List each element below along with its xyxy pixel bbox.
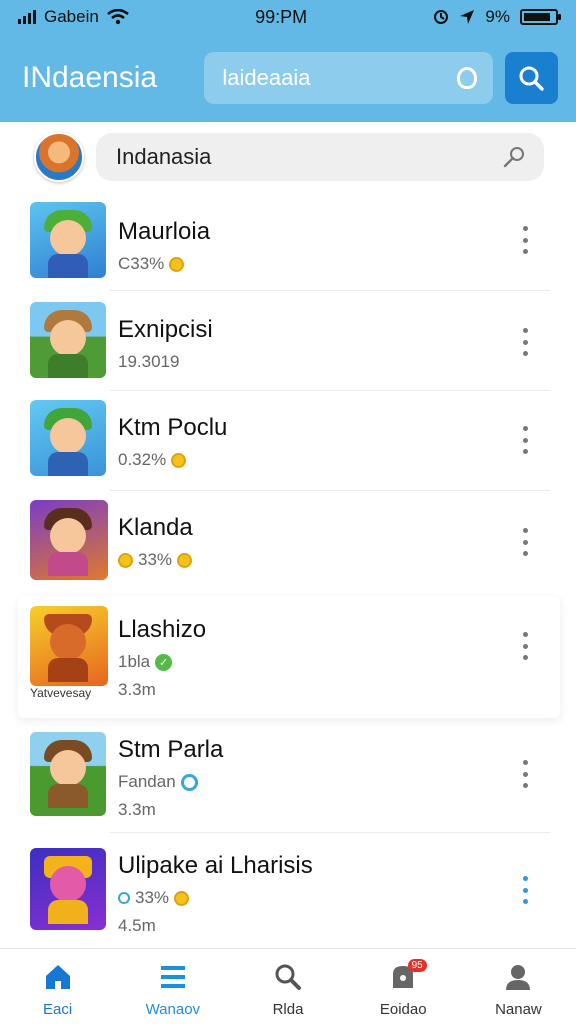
clock: 99:PM	[255, 6, 308, 27]
search-icon[interactable]	[502, 144, 528, 170]
more-options-icon[interactable]	[520, 426, 530, 454]
nav-label: Rlda	[272, 1001, 304, 1018]
game-thumbnail	[30, 400, 106, 476]
game-size: 3.3m	[118, 680, 156, 699]
more-options-icon[interactable]	[520, 328, 530, 356]
status-bar: Gabein 99:PM 9%	[0, 0, 576, 34]
search-icon	[275, 964, 301, 990]
list-item[interactable]: Stm Parla Fandan 3.3m	[18, 722, 560, 830]
nav-home[interactable]: Eaci	[0, 949, 115, 1024]
nav-label: Nanaw	[495, 1001, 542, 1018]
more-options-icon[interactable]	[520, 876, 530, 904]
blue-icon	[118, 892, 130, 904]
game-thumbnail	[30, 606, 108, 686]
nav-profile[interactable]: Nanaw	[461, 949, 576, 1024]
list-item[interactable]: Ulipake ai Lharisis 33% 4.5m	[18, 838, 560, 942]
nav-label: Eaci	[43, 1001, 73, 1018]
game-title: Stm Parla	[118, 736, 224, 763]
thumbnail-caption: Yatvevesay	[30, 686, 92, 700]
coin-icon	[171, 452, 187, 468]
game-thumbnail	[30, 848, 106, 930]
game-thumbnail	[30, 302, 106, 378]
list-item[interactable]: Ktm Poclu 0.32%	[18, 394, 560, 490]
game-stat: C33%	[118, 254, 165, 273]
game-size: 4.5m	[118, 916, 156, 935]
game-stat: 33%	[135, 888, 170, 907]
coin-icon	[177, 552, 193, 568]
more-options-icon[interactable]	[520, 632, 530, 660]
game-title: Exnipcisi	[118, 316, 213, 343]
game-title: Llashizo	[118, 616, 207, 643]
list-item[interactable]: Maurloia C33%	[18, 198, 560, 286]
game-title: Ktm Poclu	[118, 414, 228, 441]
list-item[interactable]: Exnipcisi 19.3019	[18, 294, 560, 386]
signal-icon	[18, 10, 36, 24]
header-search-input[interactable]	[222, 65, 443, 91]
game-stat: 19.3019	[118, 352, 180, 371]
nav-label: Eoidao	[379, 1001, 427, 1018]
nav-label: Wanaov	[145, 1001, 201, 1018]
coin-icon	[174, 890, 190, 906]
app-title: INdaensia	[22, 61, 158, 94]
bottom-navigation: Eaci Wanaov Rlda 95 Eoidao Nanaw	[0, 948, 576, 1024]
list-item-featured[interactable]: Yatvevesay Llashizo 1bla ✓ 3.3m	[18, 596, 560, 718]
app-header: INdaensia	[0, 34, 576, 122]
list-item[interactable]: Klanda 33%	[18, 494, 560, 590]
info-ring-icon	[180, 773, 198, 791]
carrier-label: Gabein	[44, 7, 99, 26]
voice-icon[interactable]	[456, 67, 477, 89]
game-stat: 1bla	[118, 652, 151, 671]
nav-search[interactable]: Rlda	[230, 949, 345, 1024]
more-options-icon[interactable]	[520, 528, 530, 556]
game-size: 3.3m	[118, 800, 156, 819]
battery-label: 9%	[485, 7, 510, 26]
search-button[interactable]	[504, 52, 558, 104]
game-title: Ulipake ai Lharisis	[118, 852, 313, 879]
nav-notifications[interactable]: 95 Eoidao	[346, 949, 461, 1024]
search-icon	[519, 66, 544, 91]
query-field[interactable]: Indanasia	[96, 133, 544, 181]
game-title: Maurloia	[118, 218, 211, 245]
more-options-icon[interactable]	[520, 760, 530, 788]
list-icon	[160, 966, 185, 988]
coin-icon	[118, 552, 133, 568]
profile-icon	[506, 965, 531, 990]
query-row: Indanasia	[34, 132, 544, 182]
more-options-icon[interactable]	[520, 226, 530, 254]
location-icon	[460, 10, 475, 24]
game-stat: 33%	[138, 550, 173, 569]
coin-icon	[169, 256, 185, 272]
game-list-screen: Indanasia Maurloia C33% Exnipcisi 19.301…	[0, 122, 576, 948]
battery-icon	[520, 9, 561, 25]
avatar[interactable]	[34, 132, 84, 182]
game-stat: Fandan	[118, 772, 176, 791]
notification-badge: 95	[407, 959, 427, 972]
game-thumbnail	[30, 732, 106, 816]
home-icon	[45, 965, 70, 989]
game-stat: 0.32%	[118, 450, 167, 469]
query-text: Indanasia	[116, 144, 212, 169]
wifi-icon	[107, 9, 129, 25]
check-icon: ✓	[155, 653, 173, 671]
game-thumbnail	[30, 500, 108, 580]
game-thumbnail	[30, 202, 106, 278]
game-title: Klanda	[118, 514, 193, 541]
alarm-icon	[434, 10, 449, 24]
header-search-field[interactable]	[204, 52, 493, 104]
nav-list[interactable]: Wanaov	[115, 949, 230, 1024]
